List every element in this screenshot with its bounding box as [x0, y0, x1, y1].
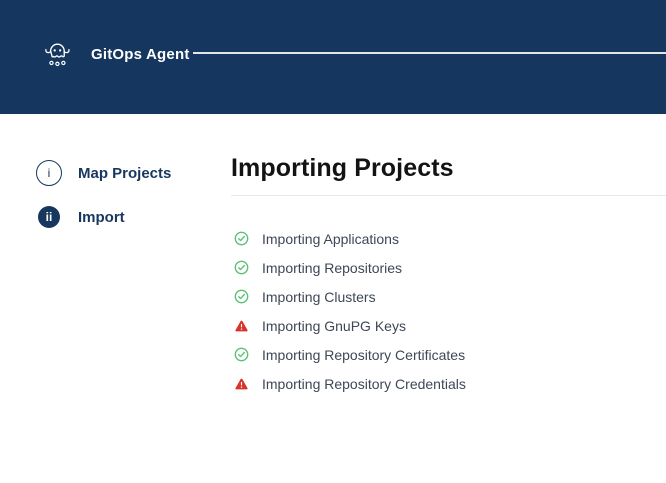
step-indicator-slot: ii: [36, 204, 62, 230]
step-label: Import: [78, 209, 125, 226]
check-circle-icon: [234, 347, 249, 362]
step-label: Map Projects: [78, 165, 171, 182]
argo-octopus-logo-icon: [40, 35, 74, 73]
check-circle-icon: [234, 260, 249, 275]
step-numeral: ii: [46, 211, 53, 223]
app-header: GitOps Agent: [0, 0, 666, 114]
status-row-clusters: Importing Clusters: [231, 282, 666, 311]
status-row-gnupg-keys: Importing GnuPG Keys: [231, 311, 666, 340]
import-panel: Importing Projects Importing Application…: [231, 114, 666, 398]
status-row-repository-credentials: Importing Repository Credentials: [231, 369, 666, 398]
brand: GitOps Agent: [40, 34, 190, 74]
status-label: Importing Repositories: [262, 260, 402, 276]
status-label: Importing Applications: [262, 231, 399, 247]
check-circle-icon: [234, 231, 249, 246]
status-row-applications: Importing Applications: [231, 224, 666, 253]
warning-triangle-icon: [234, 318, 249, 333]
status-label: Importing Repository Certificates: [262, 347, 465, 363]
status-row-repositories: Importing Repositories: [231, 253, 666, 282]
step-numeral: i: [48, 167, 51, 179]
header-divider-line: [193, 52, 666, 54]
step-indicator-slot: i: [36, 160, 62, 186]
status-label: Importing Repository Credentials: [262, 376, 466, 392]
status-row-repository-certificates: Importing Repository Certificates: [231, 340, 666, 369]
page-title: Importing Projects: [231, 152, 666, 184]
import-status-list: Importing Applications Importing Reposit…: [231, 224, 666, 398]
page-body: i Map Projects ii Import Importing Proje…: [0, 114, 666, 398]
check-circle-icon: [234, 289, 249, 304]
status-label: Importing GnuPG Keys: [262, 318, 406, 334]
step-two-circle-icon: ii: [38, 206, 60, 228]
wizard-steps-sidebar: i Map Projects ii Import: [0, 114, 231, 248]
app-title: GitOps Agent: [91, 46, 190, 63]
title-divider: [231, 195, 666, 196]
sidebar-step-import[interactable]: ii Import: [36, 204, 231, 230]
sidebar-step-map-projects[interactable]: i Map Projects: [36, 160, 231, 186]
status-label: Importing Clusters: [262, 289, 376, 305]
warning-triangle-icon: [234, 376, 249, 391]
step-one-circle-icon: i: [36, 160, 62, 186]
